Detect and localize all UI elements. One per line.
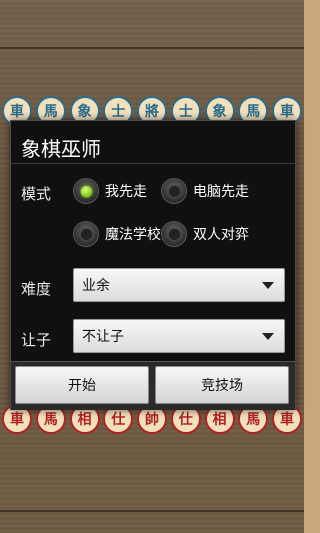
button-bar: 开始 竞技场	[11, 361, 295, 410]
radio-label: 魔法学校	[105, 227, 161, 243]
radio-player-first[interactable]: 我先走	[73, 178, 147, 204]
radio-unchecked-icon	[73, 221, 99, 247]
board-border-bottom	[0, 510, 304, 512]
radio-unchecked-icon	[161, 178, 187, 204]
difficulty-value: 业余	[82, 278, 110, 294]
radio-two-player[interactable]: 双人对弈	[161, 221, 249, 247]
dropdown-arrow-icon	[262, 281, 274, 289]
radio-label: 电脑先走	[193, 184, 249, 200]
radio-label: 我先走	[105, 184, 147, 200]
start-button[interactable]: 开始	[15, 366, 149, 404]
handicap-label: 让子	[21, 331, 52, 349]
board-border-top	[0, 47, 304, 49]
game-setup-dialog: 象棋巫师 模式 我先走 电脑先走 魔法学校 双人对弈 难度 业余 让子 不让子 …	[10, 120, 296, 410]
mode-label: 模式	[21, 185, 52, 203]
radio-computer-first[interactable]: 电脑先走	[161, 178, 249, 204]
radio-checked-icon	[73, 178, 99, 204]
difficulty-select[interactable]: 业余	[73, 268, 285, 302]
dialog-title: 象棋巫师	[21, 137, 101, 161]
difficulty-label: 难度	[21, 280, 52, 298]
dropdown-arrow-icon	[262, 332, 274, 340]
radio-label: 双人对弈	[193, 227, 249, 243]
radio-unchecked-icon	[161, 221, 187, 247]
arena-button[interactable]: 竞技场	[155, 366, 289, 404]
title-divider	[11, 163, 295, 164]
handicap-value: 不让子	[82, 329, 124, 345]
handicap-select[interactable]: 不让子	[73, 319, 285, 353]
radio-magic-school[interactable]: 魔法学校	[73, 221, 161, 247]
